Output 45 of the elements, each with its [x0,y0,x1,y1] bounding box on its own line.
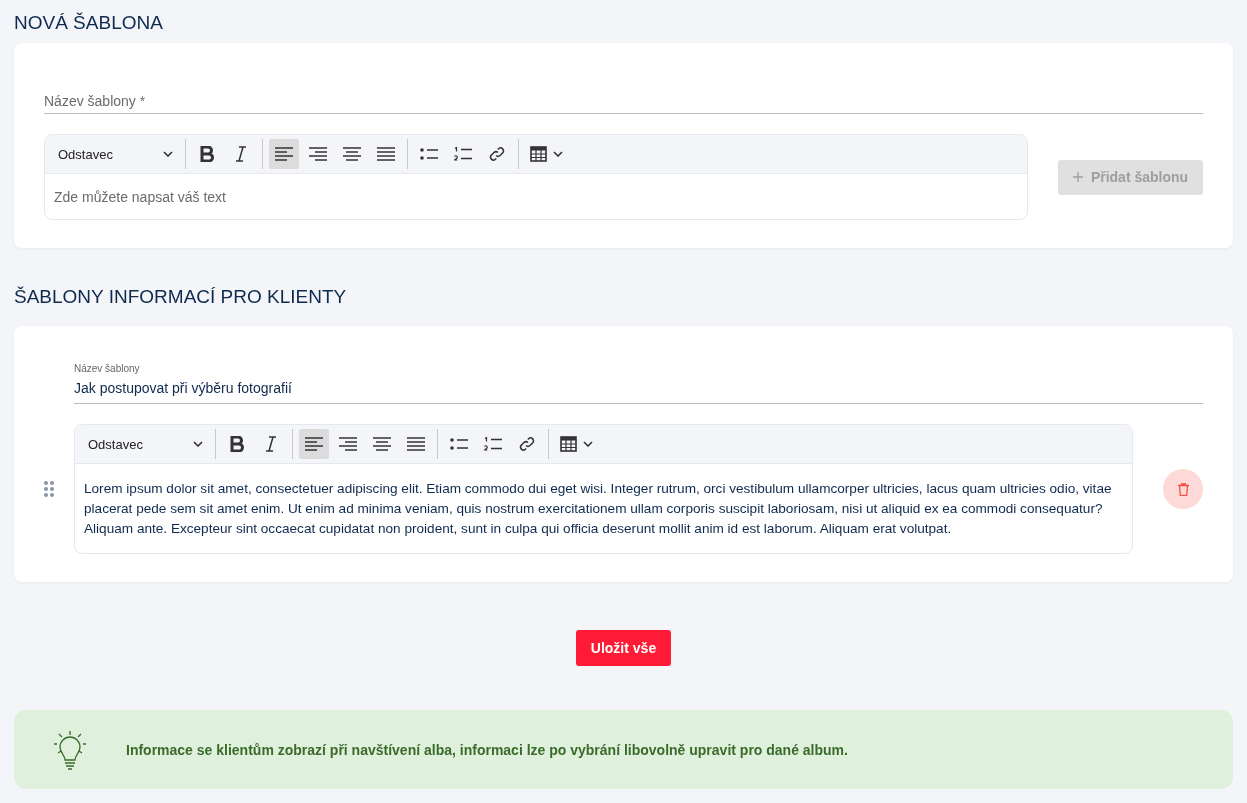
chevron-down-icon [582,441,593,447]
link-icon [519,436,535,452]
table-icon [529,146,547,162]
field-label: Název šablony [74,363,140,374]
align-center-icon [373,437,391,451]
justify-icon [407,437,425,451]
drag-handle-icon[interactable] [44,481,54,497]
field-value: Jak postupovat při výběru fotografií [74,380,292,396]
section-heading: NOVÁ ŠABLONA [14,11,164,35]
align-center-icon [343,147,361,161]
chevron-down-icon [552,151,563,157]
table-icon [559,436,577,452]
editor-text: Lorem ipsum dolor sit amet, consectetuer adipiscing elit. Etiam commodo dui eget wisi. Integer rutrum, orci vestibulum ullamcorper ultricies, lacus quam ultricies odio, vitae placerat pede sem sit amet enim. Ut enim ad minima veniam, quis nostrum exercitationem ullam corporis suscipit laboriosam, nisi ut aliquid ex ea commodi consequatur? Aliquam ante. Excepteur sint occaecat cupidatat non proident, sunt in culpa qui officia deserunt mollit anim id est laborum. Aliquam erat volutpat. [84,481,1112,536]
bold-icon [230,436,244,452]
section-heading: ŠABLONY INFORMACÍ PRO KLIENTY [14,285,348,309]
text-editor[interactable]: Odstavec Zde můžete napsat váš text [44,134,1028,220]
justify-icon [377,147,395,161]
info-text: Informace se klientům zobrazí při navštívení alba, informaci lze po vybrání libovolně upravit pro dané album. [126,741,848,758]
italic-icon [235,146,247,162]
chevron-down-icon [193,441,203,447]
bullet-list-icon [450,438,468,450]
align-right-icon [309,147,327,161]
align-left-icon [305,437,323,451]
align-left-button[interactable] [299,429,329,459]
save-all-button[interactable]: Uložit vše [575,630,672,666]
text-editor[interactable] [74,424,1133,554]
numbered-list-icon [484,437,502,451]
align-left-button[interactable] [269,139,299,169]
italic-icon [265,436,277,452]
format-dropdown[interactable]: Odstavec [49,139,181,169]
bold-icon [200,146,214,162]
align-left-icon [275,147,293,161]
editor-placeholder: Zde můžete napsat váš text [54,189,226,205]
link-icon [489,146,505,162]
numbered-list-icon [454,147,472,161]
template-name-field[interactable]: Název šablony * [44,91,1203,114]
plus-icon [1072,172,1083,182]
align-right-icon [339,437,357,451]
chevron-down-icon [163,151,173,157]
delete-button[interactable] [1163,469,1203,509]
lightbulb-icon [54,729,86,770]
bullet-list-icon [420,148,438,160]
format-dropdown[interactable]: Odstavec [79,429,211,459]
trash-icon [1177,482,1189,496]
template-name-field[interactable]: Název šablony Jak postupovat při výběru fotografií [74,358,1203,404]
